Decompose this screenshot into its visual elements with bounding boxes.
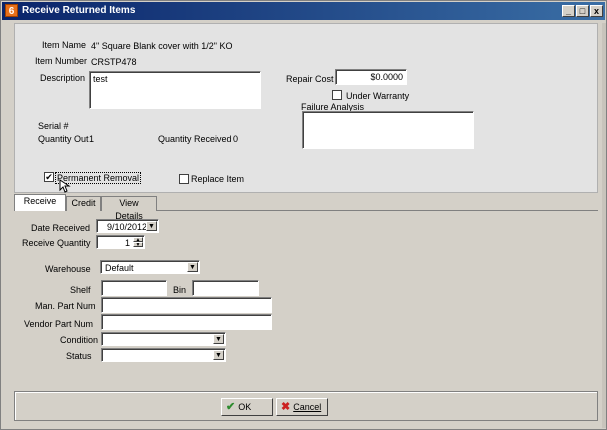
title-bar[interactable]: 6 Receive Returned Items _ □ x [2, 2, 605, 20]
status-label: Status [66, 351, 92, 361]
man-part-num-field[interactable] [101, 297, 272, 313]
spinner-down-icon[interactable]: ▼ [133, 242, 143, 248]
replace-item-checkbox[interactable] [179, 174, 189, 184]
description-field[interactable]: test [89, 71, 261, 109]
bin-field[interactable] [192, 280, 259, 296]
chevron-down-icon[interactable]: ▼ [213, 334, 224, 344]
chevron-down-icon[interactable]: ▼ [146, 221, 157, 231]
under-warranty-label: Under Warranty [346, 91, 410, 101]
quantity-received-label: Quantity Received [158, 134, 232, 144]
receive-quantity-value: 1 [124, 238, 130, 248]
item-name-label: Item Name [42, 40, 87, 50]
condition-label: Condition [60, 335, 99, 345]
warehouse-select[interactable]: Default ▼ [100, 260, 200, 274]
close-button[interactable]: x [590, 5, 603, 17]
man-part-num-label: Man. Part Num [35, 301, 96, 311]
serial-label: Serial # [38, 121, 69, 131]
tab-receive[interactable]: Receive [14, 194, 66, 211]
window-right-edge [602, 23, 606, 428]
app-icon: 6 [5, 4, 18, 17]
under-warranty-checkbox[interactable] [332, 90, 342, 100]
receive-quantity-stepper[interactable]: 1 ▲ ▼ [96, 235, 145, 249]
cancel-button-label: Cancel [293, 402, 322, 412]
receive-quantity-label: Receive Quantity [22, 238, 91, 248]
item-number-value: CRSTP478 [91, 57, 137, 67]
minimize-button[interactable]: _ [562, 5, 575, 17]
repair-cost-field[interactable]: $0.0000 [335, 69, 407, 85]
item-number-label: Item Number [35, 56, 88, 66]
mouse-cursor-icon [59, 179, 71, 193]
date-received-label: Date Received [31, 223, 91, 233]
shelf-field[interactable] [101, 280, 167, 296]
window-title: Receive Returned Items [22, 5, 136, 16]
description-label: Description [40, 73, 86, 83]
shelf-label: Shelf [70, 285, 91, 295]
quantity-out-label: Quantity Out [38, 134, 89, 144]
vendor-part-num-label: Vendor Part Num [24, 319, 94, 329]
x-icon: ✖ [281, 401, 291, 413]
check-icon: ✔ [226, 401, 236, 413]
warehouse-label: Warehouse [45, 264, 91, 274]
ok-button-label: OK [238, 402, 252, 412]
chevron-down-icon[interactable]: ▼ [213, 350, 224, 360]
failure-analysis-field[interactable] [302, 111, 474, 149]
vendor-part-num-field[interactable] [101, 314, 272, 330]
permanent-removal-checkbox[interactable]: ✔ [44, 172, 54, 182]
ok-button[interactable]: ✔ OK [221, 398, 273, 416]
repair-cost-label: Repair Cost [286, 74, 334, 84]
chevron-down-icon[interactable]: ▼ [187, 262, 198, 272]
tab-credit[interactable]: Credit [66, 196, 101, 211]
spinner-arrows[interactable]: ▲ ▼ [133, 237, 143, 248]
date-received-value: 9/10/2012 [107, 222, 148, 232]
quantity-out-value: 1 [89, 134, 95, 144]
tab-view-details[interactable]: View Details [101, 196, 157, 221]
button-bar: ✔ OK ✖ Cancel [14, 391, 598, 421]
replace-item-label: Replace Item [191, 174, 245, 184]
item-name-value: 4" Square Blank cover with 1/2" KO [91, 41, 233, 51]
status-select[interactable]: ▼ [101, 348, 226, 362]
receive-returned-items-window: 6 Receive Returned Items _ □ x Item Name… [0, 0, 607, 430]
condition-select[interactable]: ▼ [101, 332, 226, 346]
warehouse-value: Default [105, 263, 134, 273]
maximize-button[interactable]: □ [576, 5, 589, 17]
cancel-button[interactable]: ✖ Cancel [276, 398, 328, 416]
quantity-received-value: 0 [233, 134, 239, 144]
bin-label: Bin [173, 285, 187, 295]
date-received-picker[interactable]: 9/10/2012 ▼ [96, 219, 159, 233]
